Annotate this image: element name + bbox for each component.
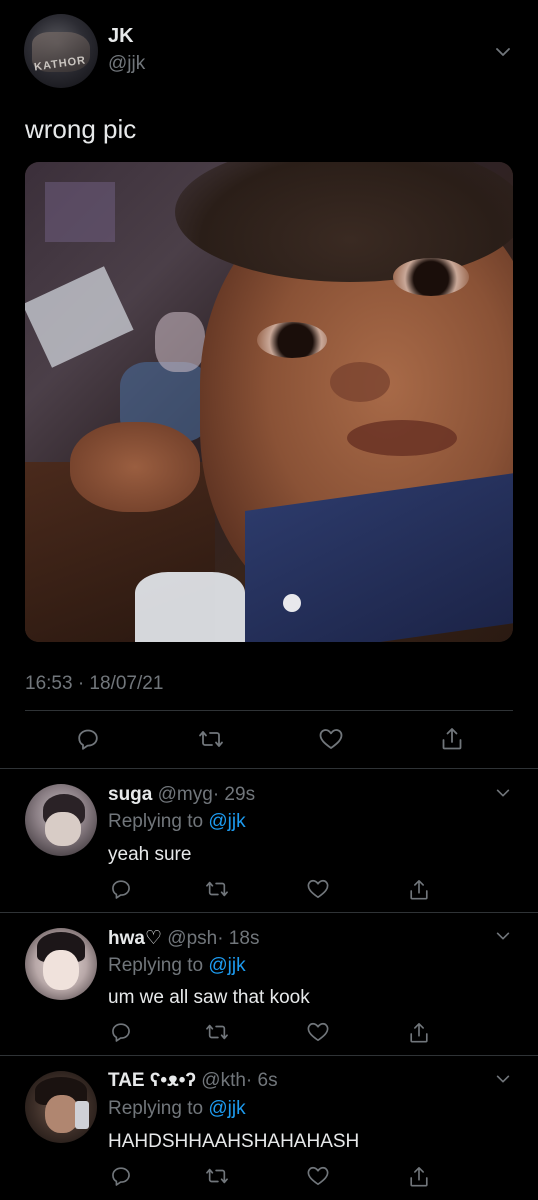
reply-display-name[interactable]: suga <box>108 784 152 805</box>
reply-avatar[interactable] <box>25 784 97 856</box>
reply-avatar[interactable] <box>25 1071 97 1143</box>
replying-to: Replying to @jjk <box>108 955 246 977</box>
heart-icon[interactable] <box>306 878 330 900</box>
reply-text: HAHDSHHAAHSHAHAHASH <box>108 1131 360 1152</box>
share-icon[interactable] <box>440 726 464 752</box>
reply-icon[interactable] <box>110 878 132 900</box>
chevron-down-icon[interactable] <box>494 1070 512 1088</box>
replying-to-label: Replying to <box>108 1098 204 1119</box>
reply-display-name[interactable]: hwa♡ <box>108 928 162 949</box>
tweet-timestamp[interactable]: 16:53 · 18/07/21 <box>25 673 163 695</box>
reply-time[interactable]: · 6s <box>246 1070 278 1091</box>
replying-to-label: Replying to <box>108 811 204 832</box>
reply-icon[interactable] <box>110 1021 132 1043</box>
tweet-text: wrong pic <box>25 114 137 144</box>
divider <box>25 710 513 711</box>
reply-handle[interactable]: @kth <box>201 1070 246 1091</box>
chevron-down-icon[interactable] <box>493 42 513 62</box>
reply-display-name[interactable]: TAE ʕ•ᴥ•ʔ <box>108 1070 196 1091</box>
reply-actions <box>108 1021 438 1043</box>
reply-time[interactable]: · 18s <box>217 928 259 949</box>
reply-time[interactable]: · 29s <box>213 784 255 805</box>
reply-actions <box>108 878 438 900</box>
share-icon[interactable] <box>408 1165 430 1189</box>
author-avatar[interactable]: KATHOR <box>24 14 98 88</box>
reply-text: yeah sure <box>108 844 192 865</box>
replying-to-handle[interactable]: @jjk <box>208 1098 245 1119</box>
reply-avatar[interactable] <box>25 928 97 1000</box>
author-handle[interactable]: @jjk <box>108 53 145 75</box>
heart-icon[interactable] <box>306 1165 330 1187</box>
chevron-down-icon[interactable] <box>494 784 512 802</box>
replying-to-label: Replying to <box>108 955 204 976</box>
reply-header: hwa♡ @psh· 18s <box>108 927 259 950</box>
tweet-photo[interactable] <box>25 162 513 642</box>
heart-icon[interactable] <box>318 727 344 751</box>
retweet-icon[interactable] <box>205 878 229 900</box>
reply-text: um we all saw that kook <box>108 987 310 1008</box>
reply-header: suga @myg· 29s <box>108 784 255 806</box>
reply-actions <box>108 1165 438 1187</box>
reply-header: TAE ʕ•ᴥ•ʔ @kth· 6s <box>108 1070 278 1092</box>
replying-to: Replying to @jjk <box>108 1098 246 1120</box>
reply-icon[interactable] <box>110 1165 132 1187</box>
retweet-icon[interactable] <box>205 1165 229 1187</box>
retweet-icon[interactable] <box>205 1021 229 1043</box>
heart-icon[interactable] <box>306 1021 330 1043</box>
share-icon[interactable] <box>408 1021 430 1045</box>
divider <box>0 1055 538 1056</box>
reply-handle[interactable]: @psh <box>167 928 217 949</box>
reply-handle[interactable]: @myg <box>158 784 213 805</box>
reply-icon[interactable] <box>76 727 100 751</box>
retweet-icon[interactable] <box>198 727 224 751</box>
replying-to-handle[interactable]: @jjk <box>208 811 245 832</box>
replying-to: Replying to @jjk <box>108 811 246 833</box>
author-display-name[interactable]: JK <box>108 25 134 48</box>
share-icon[interactable] <box>408 878 430 902</box>
divider <box>0 768 538 769</box>
replying-to-handle[interactable]: @jjk <box>208 955 245 976</box>
chevron-down-icon[interactable] <box>494 927 512 945</box>
divider <box>0 912 538 913</box>
